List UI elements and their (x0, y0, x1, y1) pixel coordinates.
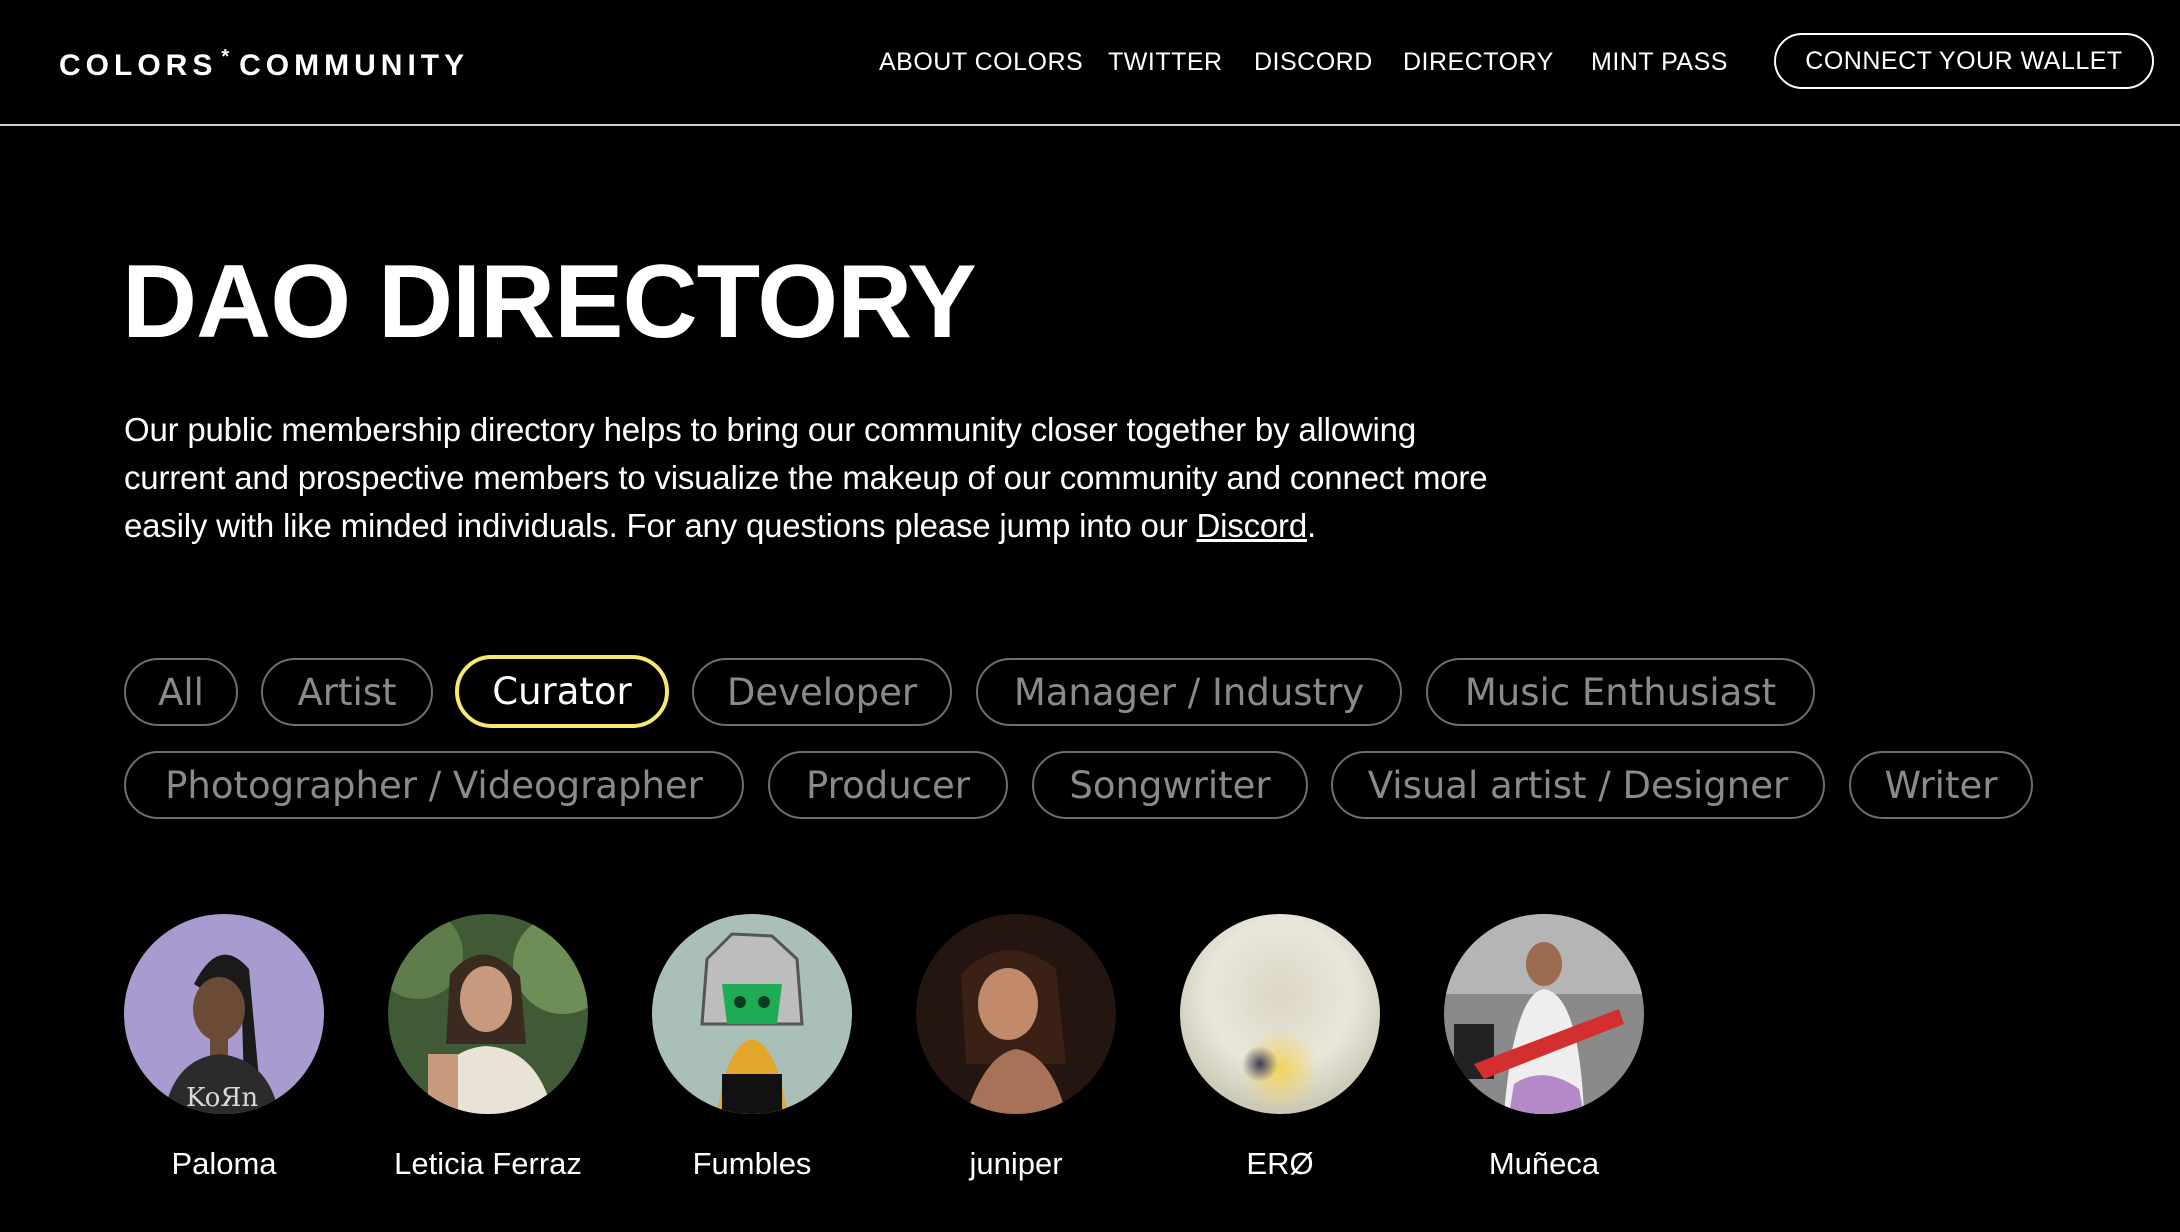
member-card[interactable]: Fumbles (652, 914, 852, 1182)
filter-chip-music-enthusiast[interactable]: Music Enthusiast (1426, 658, 1815, 726)
member-name: Leticia Ferraz (394, 1146, 582, 1181)
connect-wallet-button[interactable]: CONNECT YOUR WALLET (1774, 33, 2154, 89)
member-avatar-illustrated: KoЯn (124, 914, 324, 1114)
logo-star-mark: * (221, 46, 230, 68)
svg-text:KoЯn: KoЯn (186, 1083, 258, 1113)
intro-end: . (1307, 507, 1316, 544)
filter-chip-producer[interactable]: Producer (768, 751, 1008, 819)
member-name: ERØ (1246, 1146, 1314, 1181)
nav-directory[interactable]: DIRECTORY (1403, 48, 1554, 77)
filter-chip-visual-artist-designer[interactable]: Visual artist / Designer (1331, 751, 1825, 819)
member-avatar-photo (916, 914, 1116, 1114)
nav-twitter[interactable]: TWITTER (1108, 48, 1223, 77)
nav-discord[interactable]: DISCORD (1254, 48, 1373, 77)
member-card[interactable]: KoЯn Paloma (124, 914, 324, 1182)
nav-about-colors[interactable]: ABOUT COLORS (879, 48, 1083, 77)
member-avatar-photo (1444, 914, 1644, 1114)
intro-paragraph: Our public membership directory helps to… (124, 406, 1524, 550)
member-card[interactable]: Leticia Ferraz (388, 914, 588, 1182)
colors-community-logo[interactable]: COLORS * COMMUNITY (59, 46, 469, 83)
filter-chip-writer[interactable]: Writer (1849, 751, 2033, 819)
member-avatar-photo (388, 914, 588, 1114)
filter-chip-songwriter[interactable]: Songwriter (1032, 751, 1308, 819)
filter-chip-curator[interactable]: Curator (455, 655, 669, 728)
logo-text-right: COMMUNITY (239, 49, 470, 82)
member-card[interactable]: Muñeca (1444, 914, 1644, 1182)
filter-chip-artist[interactable]: Artist (261, 658, 433, 726)
discord-link[interactable]: Discord (1197, 507, 1308, 544)
filter-chip-photographer-videographer[interactable]: Photographer / Videographer (124, 751, 744, 819)
member-name: juniper (969, 1146, 1063, 1181)
filter-chip-developer[interactable]: Developer (692, 658, 952, 726)
member-avatar-robot-helmet (652, 914, 852, 1114)
member-name: Paloma (171, 1146, 277, 1181)
logo-text-left: COLORS (59, 49, 218, 82)
filter-chip-all[interactable]: All (124, 658, 238, 726)
member-avatar-gradient (1180, 914, 1380, 1114)
top-nav-bar: COLORS * COMMUNITY ABOUT COLORS TWITTER DI… (0, 0, 2180, 126)
page-title: DAO DIRECTORY (122, 244, 977, 360)
member-name: Fumbles (692, 1146, 812, 1181)
filter-chip-manager-industry[interactable]: Manager / Industry (976, 658, 1402, 726)
nav-mint-pass[interactable]: MINT PASS (1591, 48, 1728, 77)
member-card[interactable]: ERØ (1180, 914, 1380, 1182)
member-card[interactable]: juniper (916, 914, 1116, 1182)
member-name: Muñeca (1488, 1146, 1600, 1181)
